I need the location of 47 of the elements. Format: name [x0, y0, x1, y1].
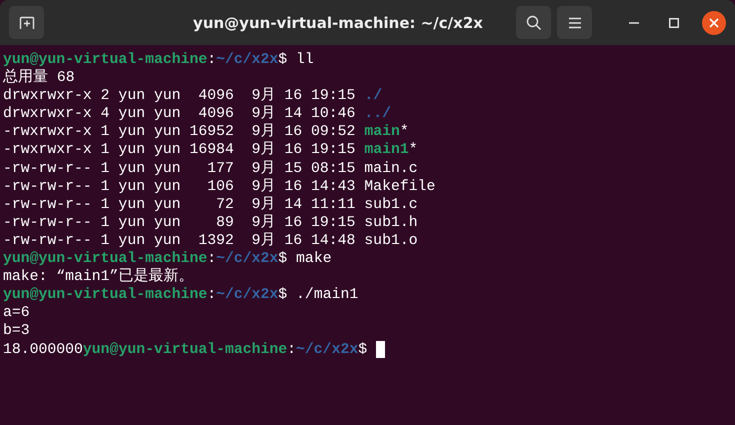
terminal-text: $: [358, 340, 368, 359]
search-button[interactable]: [516, 6, 551, 39]
new-tab-button[interactable]: [9, 6, 44, 39]
terminal-text: a=6: [3, 304, 30, 322]
executable-name: main1: [364, 141, 409, 160]
terminal-text: :: [287, 340, 296, 359]
terminal-text: -rwxrwxr-x 1 yun yun 16984 9月 16 19:15: [3, 141, 356, 160]
terminal-text: make: “main1”已是最新。: [3, 268, 194, 286]
terminal-text: :: [207, 250, 216, 268]
terminal-text: drwxrwxr-x 4 yun yun 4096 9月 14 10:46: [3, 105, 356, 124]
terminal-text: b=3: [3, 322, 30, 340]
terminal-text: :: [207, 51, 216, 70]
prompt-user: yun@yun-virtual-machine: [3, 286, 208, 304]
minimize-icon: [629, 22, 639, 24]
close-button[interactable]: [702, 10, 726, 34]
terminal-text: *: [400, 123, 409, 142]
menu-icon: [568, 16, 582, 28]
terminal-text: 18.000000: [3, 340, 83, 359]
search-icon: [526, 14, 542, 30]
terminal-text: :: [207, 286, 216, 304]
terminal-text: *: [408, 141, 418, 160]
menu-button[interactable]: [557, 6, 592, 39]
terminal-text: $ make: [278, 250, 332, 268]
prompt-path: ~/c/x2x: [296, 340, 358, 359]
terminal-text: drwxrwxr-x 2 yun yun 4096 9月 16 19:15: [3, 87, 356, 106]
terminal-text: -rwxrwxr-x 1 yun yun 16952 9月 16 09:52: [3, 123, 356, 142]
terminal-text: -rw-rw-r-- 1 yun yun 1392 9月 16 14:48 sub1.o: [3, 232, 418, 250]
prompt-user: yun@yun-virtual-machine: [3, 51, 208, 68]
maximize-icon: [669, 18, 679, 28]
new-tab-icon: [18, 16, 34, 30]
directory-name: ../: [364, 105, 391, 124]
close-icon: [709, 18, 719, 28]
directory-name: ./: [364, 87, 382, 106]
terminal-text: -rw-rw-r-- 1 yun yun 72 9月 14 11:11 sub1.c: [3, 196, 418, 214]
prompt-user: yun@yun-virtual-machine: [82, 340, 288, 359]
terminal-text: $ ./main1: [278, 286, 358, 304]
terminal-text: -rw-rw-r-- 1 yun yun 106 9月 16 14:43 Makefile: [3, 178, 436, 196]
prompt-path: ~/c/x2x: [216, 250, 278, 268]
terminal-text: 总用量 68: [3, 69, 75, 88]
prompt-user: yun@yun-virtual-machine: [3, 250, 208, 268]
prompt-path: ~/c/x2x: [216, 51, 278, 70]
window-title: yun@yun-virtual-machine: ~/c/x2x: [192, 14, 484, 32]
terminal-text: -rw-rw-r-- 1 yun yun 177 9月 15 08:15 main.c: [3, 160, 418, 178]
terminal-text: -rw-rw-r-- 1 yun yun 89 9月 16 19:15 sub1.h: [3, 214, 418, 232]
terminal-text: $ ll: [278, 51, 314, 70]
executable-name: main: [364, 123, 400, 142]
prompt-path: ~/c/x2x: [216, 286, 278, 304]
